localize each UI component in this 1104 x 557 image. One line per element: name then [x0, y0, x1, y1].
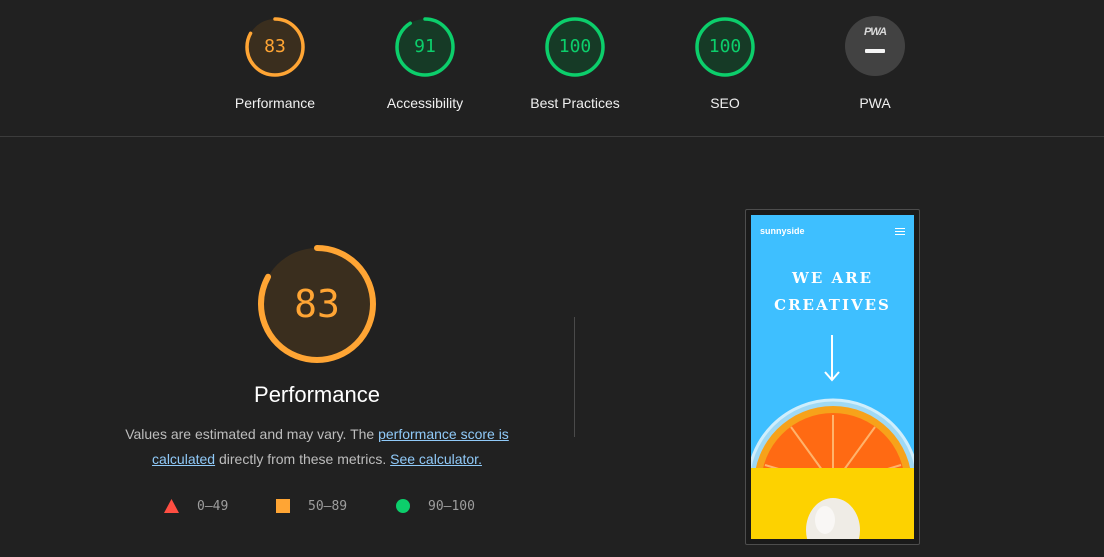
- seo-score: 100: [708, 36, 742, 57]
- performance-main-gauge: 83: [255, 242, 379, 366]
- pwa-badge-text: PWA: [863, 26, 887, 38]
- best-practices-label: Best Practices: [530, 95, 620, 111]
- performance-description: Values are estimated and may vary. The p…: [107, 422, 527, 472]
- best-practices-gauge: 100: [544, 16, 606, 78]
- square-icon: [276, 499, 290, 513]
- pwa-badge-icon: PWA: [845, 16, 905, 76]
- legend-pass: 90–100: [396, 496, 475, 516]
- category-best-practices[interactable]: 100 Best Practices: [500, 16, 650, 111]
- section-divider: [574, 317, 575, 437]
- yellow-section: [751, 468, 914, 539]
- best-practices-score: 100: [558, 36, 592, 57]
- menu-icon: [895, 228, 905, 236]
- pwa-dash-icon: [865, 49, 885, 53]
- seo-gauge: 100: [694, 16, 756, 78]
- hero-line-2: CREATIVES: [774, 296, 891, 314]
- hero-heading: WE ARE CREATIVES: [751, 265, 914, 319]
- legend-fail-range: 0–49: [197, 498, 229, 514]
- category-performance[interactable]: 83 Performance: [200, 16, 350, 111]
- seo-label: SEO: [710, 95, 740, 111]
- pwa-label: PWA: [859, 95, 891, 111]
- accessibility-gauge: 91: [394, 16, 456, 78]
- see-calculator-link[interactable]: See calculator.: [390, 451, 482, 467]
- circle-icon: [396, 499, 410, 513]
- category-pwa[interactable]: PWA PWA: [800, 16, 950, 111]
- egg-image: [806, 498, 860, 539]
- score-legend: 0–49 50–89 90–100: [0, 496, 634, 516]
- legend-pass-range: 90–100: [428, 498, 475, 514]
- accessibility-label: Accessibility: [386, 95, 464, 111]
- hero-line-1: WE ARE: [791, 269, 874, 287]
- legend-average: 50–89: [276, 496, 347, 516]
- performance-title: Performance: [254, 382, 380, 407]
- performance-label: Performance: [234, 95, 316, 111]
- description-text: Values are estimated and may vary. The: [125, 426, 379, 442]
- performance-main-score: 83: [294, 282, 340, 326]
- description-text-middle: directly from these metrics.: [215, 451, 391, 467]
- triangle-icon: [164, 499, 179, 513]
- performance-score: 83: [264, 36, 286, 57]
- final-screenshot[interactable]: sunnyside WE ARE CREATIVES: [745, 209, 920, 545]
- accessibility-score: 91: [414, 36, 436, 57]
- performance-gauge: 83: [244, 16, 306, 78]
- legend-fail: 0–49: [164, 496, 228, 516]
- category-accessibility[interactable]: 91 Accessibility: [350, 16, 500, 111]
- arrow-down-icon: [824, 335, 840, 382]
- site-logo: sunnyside: [760, 226, 805, 236]
- screenshot-viewport: sunnyside WE ARE CREATIVES: [751, 215, 914, 539]
- category-scores-bar: 83 Performance 91 Accessibility 100 Best…: [0, 0, 1104, 137]
- category-seo[interactable]: 100 SEO: [650, 16, 800, 111]
- legend-average-range: 50–89: [308, 498, 348, 514]
